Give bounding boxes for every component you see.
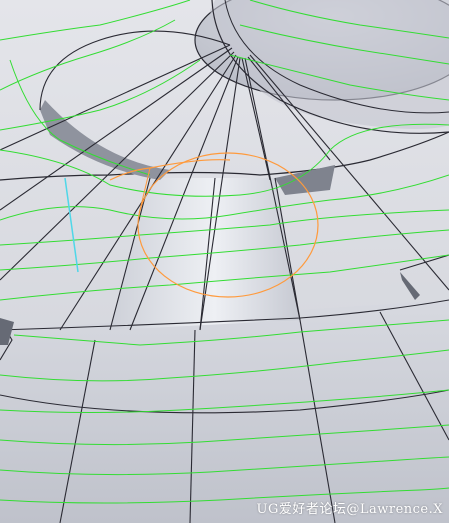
forum-watermark: UG爱好者论坛@Lawrence.X: [256, 502, 443, 517]
lower-surface: [0, 300, 449, 523]
cad-3d-viewport[interactable]: UG爱好者论坛@Lawrence.X: [0, 0, 449, 523]
model-view[interactable]: [0, 0, 449, 523]
